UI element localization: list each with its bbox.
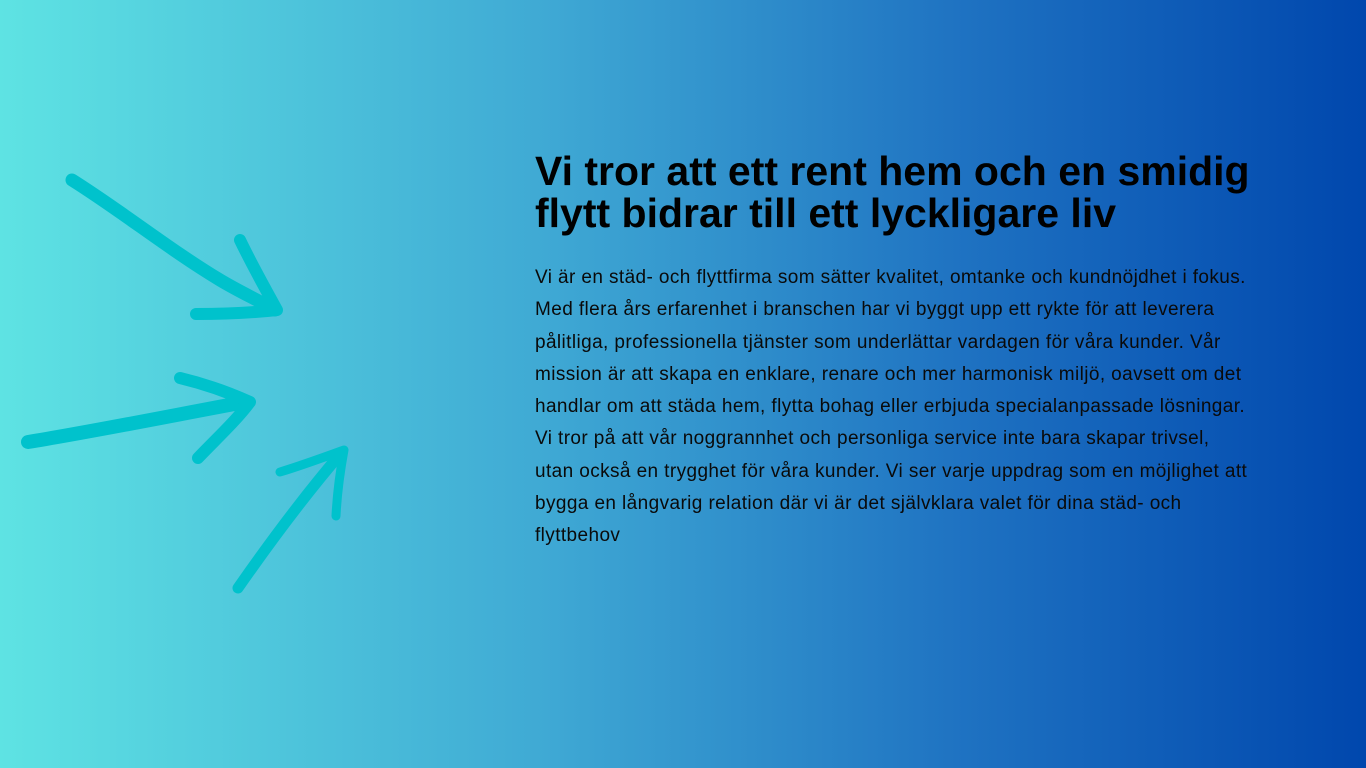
hero-section: Vi tror att ett rent hem och en smidig f…: [0, 0, 1366, 768]
page-title: Vi tror att ett rent hem och en smidig f…: [535, 148, 1250, 236]
arrow-icon-up-right: [232, 445, 349, 594]
arrow-icon-right: [21, 372, 256, 464]
about-paragraph: Vi är en städ- och flyttfirma som sätter…: [535, 267, 1248, 547]
about-content: Vi tror att ett rent hem och en smidig f…: [535, 150, 1255, 553]
arrow-icon-down-right: [65, 173, 283, 320]
decorative-arrows: [21, 173, 349, 594]
